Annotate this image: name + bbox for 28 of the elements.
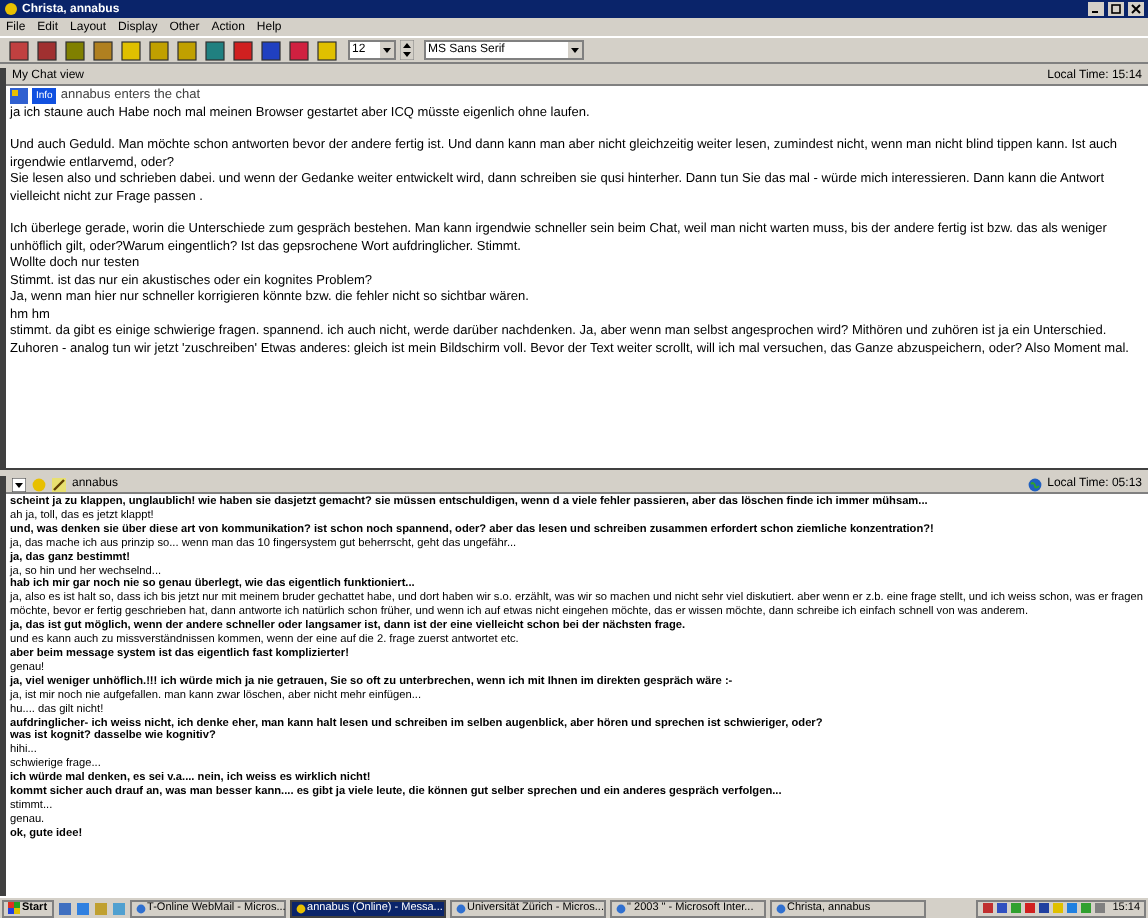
app-icon [775, 903, 786, 913]
spinner-icon[interactable] [400, 40, 414, 60]
user-icon [10, 88, 28, 105]
maximize-icon[interactable] [1108, 2, 1124, 16]
windows-logo-icon [8, 902, 20, 914]
globe-icon [1027, 477, 1042, 491]
toolbar-icon[interactable] [230, 38, 254, 62]
toolbar-icon[interactable] [258, 38, 282, 62]
app-icon [455, 903, 466, 913]
app-icon [135, 903, 146, 913]
toolbar-icon[interactable] [202, 38, 226, 62]
toolbar-icon[interactable] [62, 38, 86, 62]
app-icon [4, 2, 18, 16]
toolbar-icon[interactable] [146, 38, 170, 62]
toolbar-icon[interactable] [174, 38, 198, 62]
toolbar-icon[interactable] [286, 38, 310, 62]
toolbar-icon[interactable] [6, 38, 30, 62]
pencil-icon[interactable] [52, 477, 66, 491]
minimize-icon[interactable] [1088, 2, 1104, 16]
toolbar-icon[interactable] [90, 38, 114, 62]
app-icon [295, 903, 306, 913]
close-icon[interactable] [1128, 2, 1144, 16]
dropdown-arrow-icon[interactable] [568, 42, 582, 58]
dropdown-arrow-icon[interactable] [380, 42, 394, 58]
toolbar-icon[interactable] [34, 38, 58, 62]
toolbar-icon[interactable] [118, 38, 142, 62]
app-icon [615, 903, 626, 913]
dropdown-arrow-icon[interactable] [12, 477, 26, 491]
